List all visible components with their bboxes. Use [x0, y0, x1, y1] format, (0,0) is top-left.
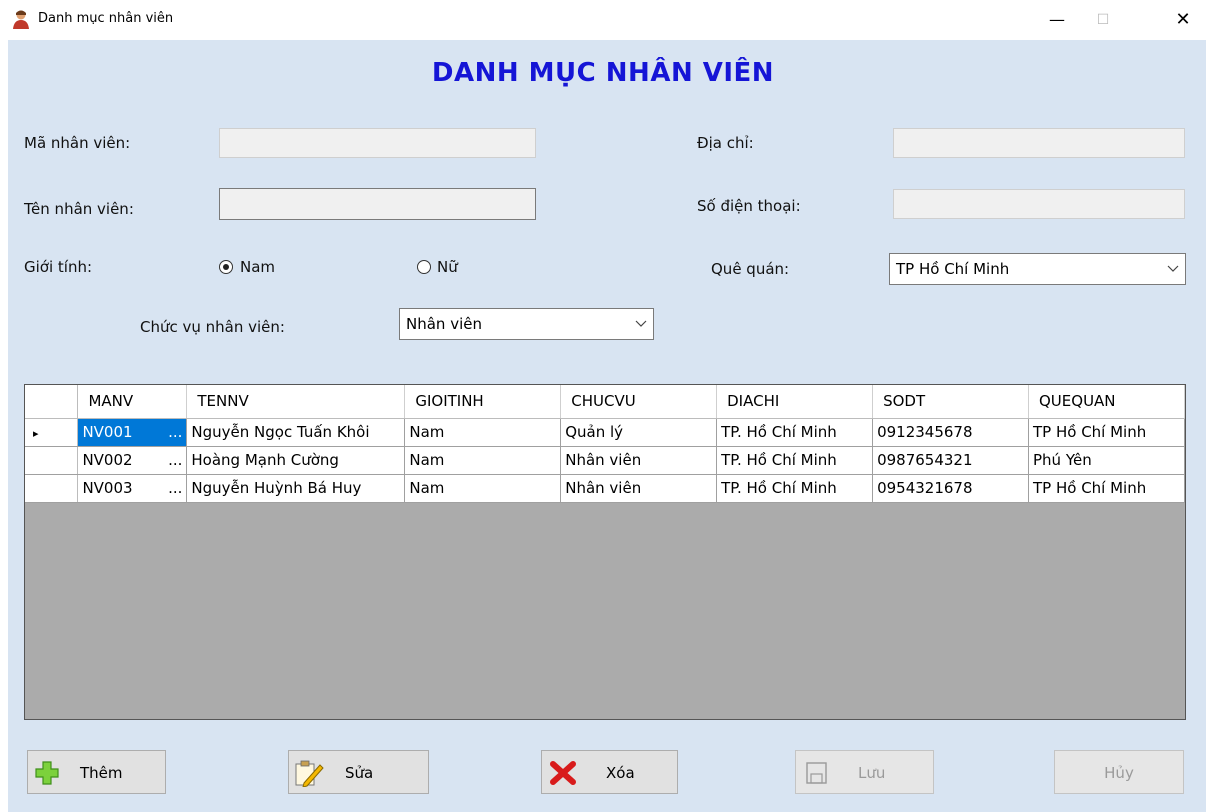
- chuc-vu-selected-value: Nhân viên: [406, 315, 482, 333]
- dia-chi-label: Địa chỉ:: [697, 134, 754, 152]
- cell-sodt[interactable]: 0954321678: [872, 474, 1029, 503]
- ellipsis-button[interactable]: ...: [168, 479, 182, 497]
- table-row[interactable]: NV003... Nguyễn Huỳnh Bá Huy Nam Nhân vi…: [25, 474, 1185, 503]
- cell-sodt[interactable]: 0912345678: [872, 418, 1029, 447]
- them-button[interactable]: Thêm: [27, 750, 166, 794]
- luu-label: Lưu: [858, 764, 886, 782]
- row-selector[interactable]: [25, 446, 79, 475]
- cell-manv[interactable]: NV003...: [77, 474, 188, 503]
- cell-manv[interactable]: NV002...: [77, 446, 188, 475]
- ma-nv-label: Mã nhân viên:: [24, 134, 131, 152]
- column-header-chucvu[interactable]: CHUCVU: [560, 385, 718, 419]
- page-title: DANH MỤC NHÂN VIÊN: [431, 58, 775, 88]
- minimize-button[interactable]: —: [1034, 6, 1080, 34]
- row-selector[interactable]: ▸: [25, 418, 79, 447]
- huy-button[interactable]: Hủy: [1054, 750, 1184, 794]
- cell-chucvu[interactable]: Nhân viên: [560, 446, 718, 475]
- ma-nv-input[interactable]: [219, 128, 536, 158]
- cell-manv-text: NV002: [82, 451, 133, 469]
- cell-chucvu[interactable]: Nhân viên: [560, 474, 718, 503]
- sua-label: Sửa: [345, 764, 374, 782]
- que-quan-selected-value: TP Hồ Chí Minh: [896, 260, 1010, 278]
- xoa-button[interactable]: Xóa: [541, 750, 678, 794]
- title-bar: Danh mục nhân viên — ☐ ✕: [0, 0, 1206, 40]
- row-header-corner: [25, 385, 79, 419]
- gender-nam-label[interactable]: Nam: [240, 258, 275, 276]
- cell-gioitinh[interactable]: Nam: [404, 474, 562, 503]
- add-icon: [35, 761, 59, 785]
- cell-chucvu[interactable]: Quản lý: [560, 418, 718, 447]
- close-button[interactable]: ✕: [1160, 6, 1206, 34]
- user-icon: [13, 10, 29, 29]
- employee-data-grid[interactable]: MANV TENNV GIOITINH CHUCVU DIACHI SODT Q…: [24, 384, 1186, 720]
- cell-quequan[interactable]: TP Hồ Chí Minh: [1028, 418, 1185, 447]
- ten-nv-label: Tên nhân viên:: [24, 200, 134, 218]
- sdt-label: Số điện thoại:: [697, 197, 801, 215]
- cell-manv[interactable]: NV001...: [77, 418, 188, 447]
- cell-diachi[interactable]: TP. Hồ Chí Minh: [716, 418, 874, 447]
- xoa-label: Xóa: [606, 764, 635, 782]
- cell-manv-text: NV003: [82, 479, 133, 497]
- table-row[interactable]: NV002... Hoàng Mạnh Cường Nam Nhân viên …: [25, 446, 1185, 475]
- cell-quequan[interactable]: TP Hồ Chí Minh: [1028, 474, 1185, 503]
- window-title: Danh mục nhân viên: [38, 11, 174, 26]
- chuc-vu-select[interactable]: Nhân viên: [399, 308, 654, 340]
- cell-gioitinh[interactable]: Nam: [404, 446, 562, 475]
- cell-gioitinh[interactable]: Nam: [404, 418, 562, 447]
- que-quan-label: Quê quán:: [711, 260, 790, 278]
- ellipsis-button[interactable]: ...: [168, 423, 182, 441]
- ten-nv-input[interactable]: [219, 188, 536, 220]
- row-selector[interactable]: [25, 474, 79, 503]
- chuc-vu-label: Chức vụ nhân viên:: [140, 318, 285, 336]
- column-header-quequan[interactable]: QUEQUAN: [1028, 385, 1185, 419]
- column-header-gioitinh[interactable]: GIOITINH: [404, 385, 562, 419]
- gender-nu-label[interactable]: Nữ: [437, 258, 458, 276]
- column-header-sodt[interactable]: SODT: [872, 385, 1029, 419]
- column-header-manv[interactable]: MANV: [77, 385, 188, 419]
- huy-label: Hủy: [1104, 764, 1134, 782]
- chevron-down-icon: [1167, 265, 1179, 272]
- que-quan-select[interactable]: TP Hồ Chí Minh: [889, 253, 1186, 285]
- cell-quequan[interactable]: Phú Yên: [1028, 446, 1185, 475]
- maximize-button[interactable]: ☐: [1080, 6, 1126, 34]
- save-disk-icon: [806, 762, 827, 784]
- table-header-row: MANV TENNV GIOITINH CHUCVU DIACHI SODT Q…: [25, 385, 1185, 419]
- ellipsis-button[interactable]: ...: [168, 451, 182, 469]
- luu-button[interactable]: Lưu: [795, 750, 934, 794]
- cell-diachi[interactable]: TP. Hồ Chí Minh: [716, 446, 874, 475]
- column-header-tennv[interactable]: TENNV: [186, 385, 406, 419]
- them-label: Thêm: [80, 764, 123, 782]
- sdt-input[interactable]: [893, 189, 1185, 219]
- edit-icon: [295, 760, 324, 787]
- gender-nu-radio[interactable]: [417, 260, 431, 274]
- employee-table: MANV TENNV GIOITINH CHUCVU DIACHI SODT Q…: [25, 385, 1185, 503]
- table-row[interactable]: ▸ NV001... Nguyễn Ngọc Tuấn Khôi Nam Quả…: [25, 418, 1185, 447]
- gioi-tinh-label: Giới tính:: [24, 258, 93, 276]
- delete-x-icon: [550, 761, 576, 785]
- current-row-arrow-icon: ▸: [33, 427, 39, 440]
- cell-tennv[interactable]: Nguyễn Ngọc Tuấn Khôi: [186, 418, 406, 447]
- column-header-diachi[interactable]: DIACHI: [716, 385, 874, 419]
- gender-nam-radio[interactable]: [219, 260, 233, 274]
- chevron-down-icon: [635, 320, 647, 327]
- sua-button[interactable]: Sửa: [288, 750, 429, 794]
- cell-tennv[interactable]: Nguyễn Huỳnh Bá Huy: [186, 474, 406, 503]
- dia-chi-input[interactable]: [893, 128, 1185, 158]
- cell-tennv[interactable]: Hoàng Mạnh Cường: [186, 446, 406, 475]
- cell-sodt[interactable]: 0987654321: [872, 446, 1029, 475]
- cell-manv-text: NV001: [82, 423, 133, 441]
- cell-diachi[interactable]: TP. Hồ Chí Minh: [716, 474, 874, 503]
